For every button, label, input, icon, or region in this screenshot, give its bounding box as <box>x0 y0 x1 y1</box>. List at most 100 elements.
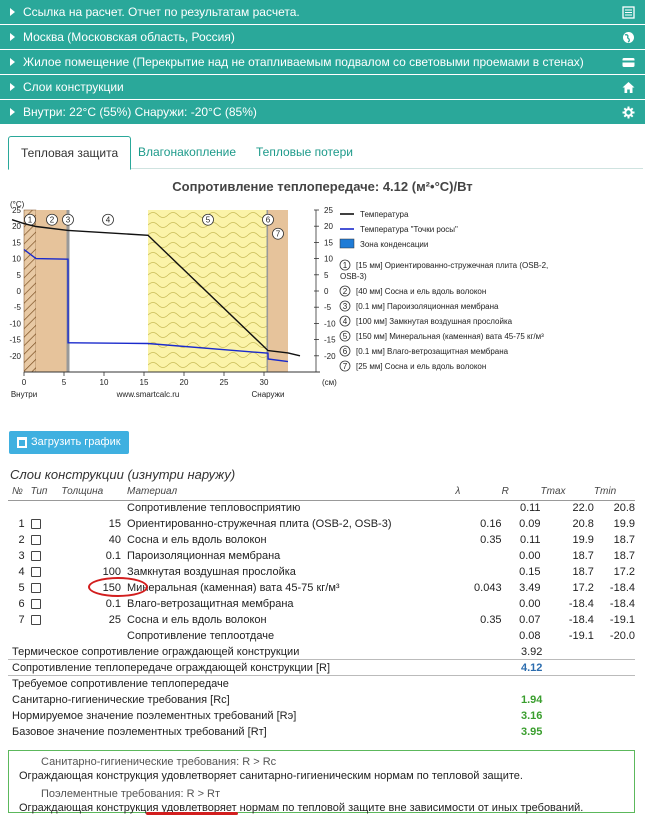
globe-icon <box>622 31 635 44</box>
layer-legend-text: OSB-3) <box>340 272 367 281</box>
row-tmin: 19.9 <box>613 518 635 530</box>
layer-legend-text: [0.1 мм] Пароизоляционная мембрана <box>356 302 499 311</box>
summary-total-row: Сопротивление теплопередаче ограждающей … <box>8 660 635 676</box>
row-tmax: 18.7 <box>572 566 594 578</box>
sanitary-text: Ограждающая конструкция удовлетворяет са… <box>19 770 523 782</box>
y-tick-label-left: 5 <box>17 271 22 280</box>
x-label-outside: Снаружи <box>252 390 285 399</box>
summary-norm-row: Нормируемое значение поэлементных требов… <box>8 708 635 724</box>
row-type <box>31 628 62 644</box>
row-r: 0.07 <box>519 614 541 626</box>
x-tick-label: 30 <box>260 378 269 387</box>
caret-right-icon <box>10 58 15 66</box>
download-chart-button[interactable]: Загрузить график <box>9 431 129 454</box>
layer-number-label: 5 <box>206 216 211 225</box>
legend-swatch <box>339 238 355 249</box>
row-thickness: 0.1 <box>105 598 122 610</box>
col-material: Материал <box>127 484 456 501</box>
tab-bar: Тепловая защита Влагонакопление Тепловые… <box>8 136 643 170</box>
list-icon <box>622 6 635 19</box>
layer-checkbox[interactable] <box>30 615 41 626</box>
summary-base-row: Базовое значение поэлементных требований… <box>8 724 635 740</box>
row-lambda <box>455 596 501 612</box>
layer-number-label: 2 <box>50 216 55 225</box>
layers-table: № Тип Толщина Материал λ R Tmax Tmin Соп… <box>8 484 635 644</box>
row-number: 3 <box>18 550 25 562</box>
table-row: Сопротивление тепловосприятию 0.11 22.0 20.… <box>8 500 635 516</box>
tab-moisture[interactable]: Влагонакопление <box>126 136 248 169</box>
y-tick-label-left: 10 <box>12 255 21 264</box>
layer-checkbox[interactable] <box>30 583 41 594</box>
accordion-layers[interactable]: Слои конструкции <box>0 75 645 100</box>
row-r: 0.08 <box>519 630 541 642</box>
row-lambda <box>455 628 501 644</box>
x-tick-label: 5 <box>62 378 67 387</box>
y-tick-label-left: -10 <box>9 319 21 328</box>
row-tmax: 17.2 <box>572 582 594 594</box>
summary-thermal-row: Термическое сопротивление ограждающей ко… <box>8 644 635 660</box>
row-r: 0.09 <box>519 518 541 530</box>
row-material: Замкнутая воздушная прослойка <box>127 566 296 578</box>
layer-checkbox[interactable] <box>30 599 41 610</box>
chart-title: Сопротивление теплопередаче: 4.12 (м²•°C… <box>172 179 473 194</box>
row-number: 7 <box>18 614 25 626</box>
accordion-label: Внутри: 22°C (55%) Снаружи: -20°C (85%) <box>23 105 257 119</box>
layer-legend-text: [40 мм] Сосна и ель вдоль волокон <box>356 287 486 296</box>
layer-number-label: 6 <box>266 216 271 225</box>
element-text: Ограждающая конструкция удовлетворяет но… <box>19 802 584 814</box>
accordion-climate[interactable]: Внутри: 22°C (55%) Снаружи: -20°C (85%) <box>0 100 645 125</box>
layer-checkbox[interactable] <box>30 551 41 562</box>
layer-checkbox[interactable] <box>30 535 41 546</box>
accordion-city[interactable]: Москва (Московская область, Россия) <box>0 25 645 50</box>
x-axis-label: (см) <box>322 378 337 387</box>
y-tick-label-right: 25 <box>324 206 333 215</box>
tab-thermal-protection[interactable]: Тепловая защита <box>8 136 132 170</box>
tab-heat-loss[interactable]: Тепловые потери <box>244 136 365 169</box>
legend-label: Зона конденсации <box>360 240 428 249</box>
y-axis-label: (°C) <box>10 200 25 209</box>
row-thickness <box>61 500 127 516</box>
row-type <box>30 516 62 532</box>
layer-checkbox[interactable] <box>30 567 41 578</box>
summary-label: Санитарно-гигиенические требования [Rc] <box>12 694 230 706</box>
summary-value: 3.92 <box>521 646 543 658</box>
row-lambda: 0.043 <box>474 582 502 594</box>
row-tmin: -18.4 <box>609 598 635 610</box>
x-label-inside: Внутри <box>11 390 37 399</box>
col-lambda: λ <box>455 484 502 501</box>
accordion-report-link[interactable]: Ссылка на расчет. Отчет по результатам р… <box>0 0 645 25</box>
highlight-underline <box>146 812 238 815</box>
row-r: 3.49 <box>519 582 541 594</box>
layer-checkbox[interactable] <box>30 519 41 530</box>
row-tmin: 20.8 <box>613 502 635 515</box>
y-tick-label-right: 15 <box>324 238 333 247</box>
y-tick-label-right: -5 <box>324 303 332 312</box>
row-tmin: 18.7 <box>613 534 635 546</box>
layer-legend-number: 3 <box>343 302 348 311</box>
layer-legend-text: [0.1 мм] Влаго-ветрозащитная мембрана <box>356 347 509 356</box>
layer-pine-inner <box>36 210 68 372</box>
row-tmax: -19.1 <box>568 630 594 642</box>
layer-legend-number: 6 <box>343 347 348 356</box>
accordion: Ссылка на расчет. Отчет по результатам р… <box>0 0 645 125</box>
accordion-room-type[interactable]: Жилое помещение (Перекрытие над не отапл… <box>0 50 645 75</box>
summary-label: Нормируемое значение поэлементных требов… <box>12 710 297 722</box>
layer-legend-number: 7 <box>343 362 348 371</box>
y-tick-label-right: -10 <box>324 319 336 328</box>
accordion-label: Жилое помещение (Перекрытие над не отапл… <box>23 55 584 69</box>
col-tmin: Tmin <box>593 484 635 501</box>
layer-legend-number: 5 <box>343 332 348 341</box>
x-tick-label: 10 <box>100 378 109 387</box>
highlight-ellipse <box>88 577 148 597</box>
summary-sanitary-row: Санитарно-гигиенические требования [Rc] … <box>8 692 635 708</box>
row-number: 4 <box>18 566 25 578</box>
row-type <box>31 500 62 516</box>
summary-value: 3.16 <box>521 710 543 722</box>
x-tick-label: 15 <box>140 378 149 387</box>
table-row: 2 40 Сосна и ель вдоль волокон 0.35 0.11 19.9… <box>8 532 635 548</box>
summary-label: Базовое значение поэлементных требований… <box>12 726 267 738</box>
table-row: Сопротивление теплоотдаче 0.08 -19.1 -20.0 <box>8 628 635 644</box>
row-r: 0.11 <box>519 534 541 546</box>
row-r: 0.11 <box>519 502 541 515</box>
sanitary-heading: Санитарно-гигиенические требования: R > … <box>41 756 277 768</box>
